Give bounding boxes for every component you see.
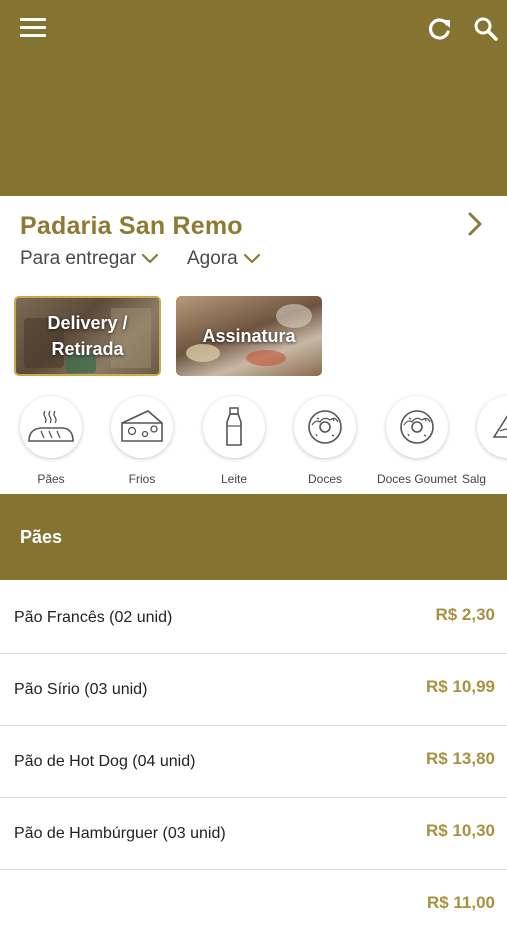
product-name: Pão Francês (02 unid) [14,609,173,626]
bread-icon [20,396,82,458]
category-carousel[interactable]: Pães Frios Leite Doces Doces Goumet Salg [0,392,507,494]
milk-bottle-icon [203,396,265,458]
chevron-down-icon [243,253,260,264]
cheese-icon [111,396,173,458]
delivery-mode-select[interactable]: Para entregar [20,248,159,270]
delivery-pickup-card[interactable]: Delivery / Retirada [14,296,161,376]
time-label: Agora [187,248,238,269]
product-price: R$ 11,00 [426,893,495,912]
product-row[interactable]: Pão de Hambúrguer (03 unid) R$ 10,30 [0,797,507,870]
category-label: Pães [37,472,65,486]
time-select[interactable]: Agora [187,248,261,270]
product-price: R$ 13,80 [426,749,495,768]
menu-icon[interactable] [20,18,46,38]
donut-icon [386,396,448,458]
search-icon[interactable] [473,16,499,42]
category-label: Salg [462,472,487,486]
delivery-pickup-label: Delivery / Retirada [47,313,128,359]
product-name: Pão de Hot Dog (04 unid) [14,753,196,770]
product-price: R$ 2,30 [435,605,495,624]
product-row[interactable]: Pão Francês (02 unid) R$ 2,30 [0,581,507,654]
product-name: Pão Sírio (03 unid) [14,681,148,698]
delivery-mode-label: Para entregar [20,248,137,269]
product-row[interactable]: R$ 11,00 [0,869,507,941]
category-label: Doces Goumet [376,472,458,486]
donut-icon [294,396,356,458]
product-price: R$ 10,30 [426,821,495,840]
category-label: Leite [220,472,248,486]
product-price: R$ 10,99 [426,677,495,696]
chevron-right-icon[interactable] [464,210,486,238]
chevron-down-icon [142,253,159,264]
category-label: Frios [128,472,156,486]
savory-icon [477,396,507,458]
section-title: Pães [20,527,63,547]
product-row[interactable]: Pão Sírio (03 unid) R$ 10,99 [0,653,507,726]
category-label: Doces [307,472,342,486]
store-name[interactable]: Padaria San Remo [20,212,243,241]
refresh-icon[interactable] [427,16,453,42]
product-name: Pão de Hambúrguer (03 unid) [14,825,226,842]
subscription-label: Assinatura [202,326,296,346]
subscription-card[interactable]: Assinatura [176,296,322,376]
app-header [0,0,507,196]
section-header: Pães [0,494,507,580]
product-row[interactable]: Pão de Hot Dog (04 unid) R$ 13,80 [0,725,507,798]
